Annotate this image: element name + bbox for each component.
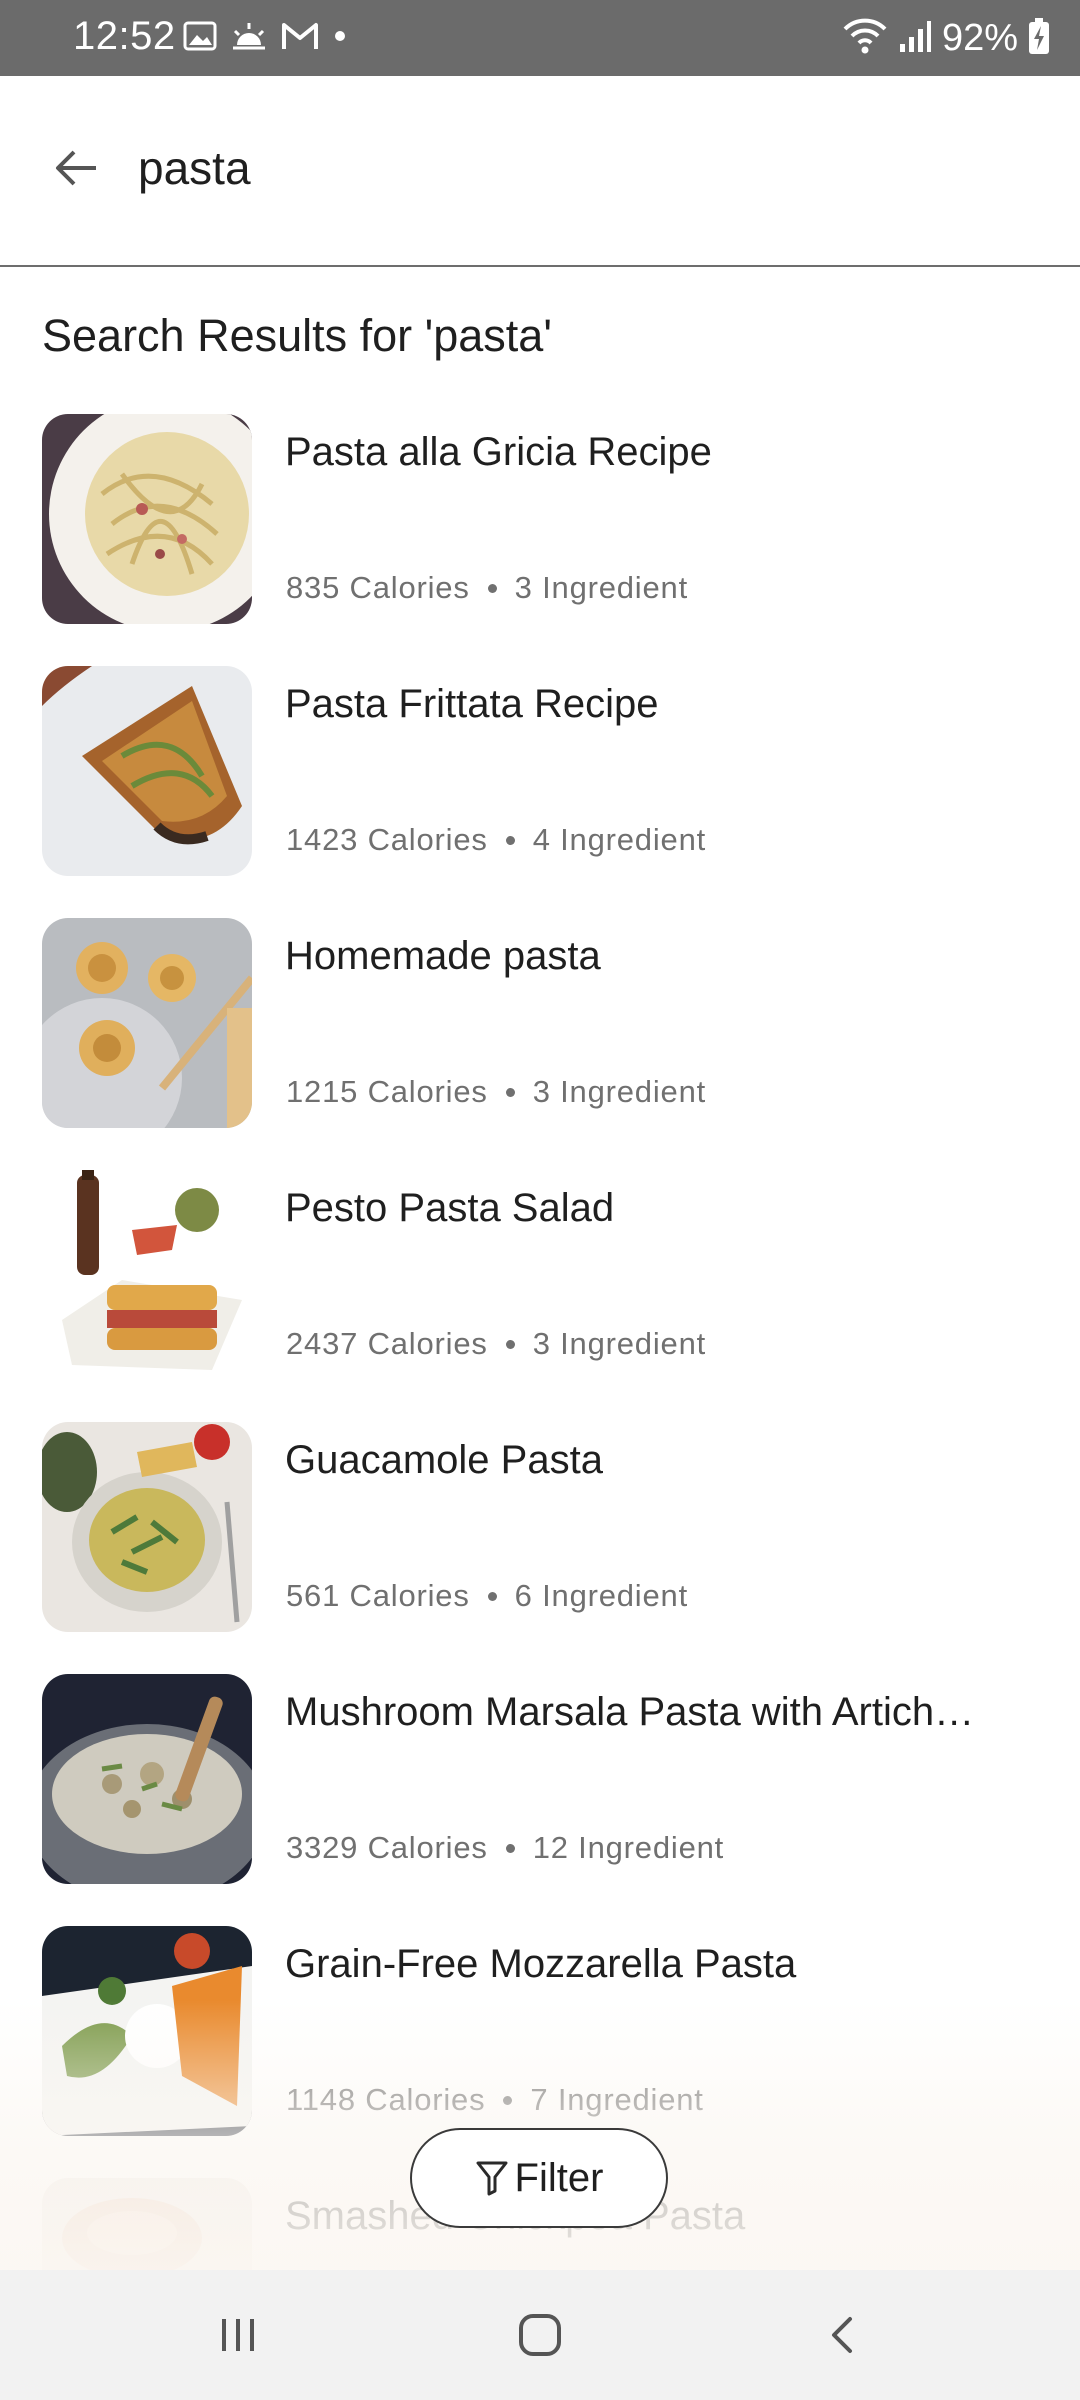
list-item[interactable]: Pasta alla Gricia Recipe 835 Calories 3 …: [0, 414, 1080, 624]
home-button[interactable]: [500, 2295, 580, 2375]
recipe-thumbnail[interactable]: [42, 918, 252, 1128]
recipe-title: Grain-Free Mozzarella Pasta: [285, 1942, 797, 1986]
separator-dot: [503, 2095, 513, 2105]
signal-icon: [898, 18, 932, 59]
status-time: 12:52: [73, 14, 176, 58]
recipe-ingredients: 3 Ingredient: [532, 1326, 707, 1361]
list-item[interactable]: Guacamole Pasta 561 Calories 6 Ingredien…: [0, 1422, 1080, 1632]
list-item[interactable]: Pasta Frittata Recipe 1423 Calories 4 In…: [0, 666, 1080, 876]
recipe-thumbnail[interactable]: [42, 1926, 252, 2136]
recipe-meta: 561 Calories 6 Ingredient: [286, 1578, 688, 1614]
gallery-icon: [183, 21, 217, 56]
recipe-meta: 1148 Calories 7 Ingredient: [286, 2082, 704, 2118]
recipe-ingredients: 7 Ingredient: [530, 2082, 704, 2117]
home-icon: [519, 2314, 561, 2356]
list-item[interactable]: Homemade pasta 1215 Calories 3 Ingredien…: [0, 918, 1080, 1128]
separator-dot: [505, 1087, 515, 1097]
recent-apps-icon: [222, 2319, 254, 2351]
recent-apps-button[interactable]: [198, 2295, 278, 2375]
recipe-ingredients: 6 Ingredient: [514, 1578, 688, 1613]
results-title: Search Results for 'pasta': [42, 310, 552, 361]
recipe-meta: 2437 Calories 3 Ingredient: [286, 1326, 706, 1362]
recipe-calories: 2437 Calories: [286, 1326, 488, 1361]
status-right: 92%: [842, 14, 1050, 62]
recipe-meta: 1215 Calories 3 Ingredient: [286, 1074, 706, 1110]
separator-dot: [487, 583, 497, 593]
recipe-thumbnail[interactable]: [42, 1674, 252, 1884]
system-back-button[interactable]: [802, 2295, 882, 2375]
recipe-ingredients: 12 Ingredient: [532, 1830, 725, 1865]
list-item[interactable]: Grain-Free Mozzarella Pasta 1148 Calorie…: [0, 1926, 1080, 2136]
search-bar: [0, 76, 1080, 267]
recipe-title: Pasta Frittata Recipe: [285, 682, 659, 726]
filter-button[interactable]: Filter: [410, 2128, 668, 2228]
back-icon: [832, 2317, 852, 2353]
recipe-calories: 3329 Calories: [286, 1830, 488, 1865]
back-button[interactable]: [44, 136, 108, 200]
recipe-calories: 1215 Calories: [286, 1074, 488, 1109]
status-notification-icons: [183, 18, 347, 58]
recipe-thumbnail[interactable]: [42, 414, 252, 624]
list-item[interactable]: Mushroom Marsala Pasta with Artich… 3329…: [0, 1674, 1080, 1884]
gmail-icon: [281, 21, 319, 56]
filter-label: Filter: [514, 2155, 604, 2200]
recipe-calories: 561 Calories: [286, 1578, 470, 1613]
navigation-bar: [0, 2270, 1080, 2400]
recipe-title: Guacamole Pasta: [285, 1438, 603, 1482]
recipe-calories: 835 Calories: [286, 570, 470, 605]
recipe-ingredients: 3 Ingredient: [532, 1074, 707, 1109]
filter-icon: [476, 2161, 508, 2196]
recipe-title: Pesto Pasta Salad: [285, 1186, 615, 1230]
recipe-thumbnail[interactable]: [42, 1170, 252, 1380]
recipe-meta: 1423 Calories 4 Ingredient: [286, 822, 706, 858]
status-bar: 12:52 92%: [0, 0, 1080, 76]
wifi-icon: [842, 17, 888, 60]
recipe-title: Homemade pasta: [285, 934, 601, 978]
recipe-calories: 1423 Calories: [286, 822, 488, 857]
dot-icon: [333, 29, 347, 48]
back-arrow-icon: [56, 150, 96, 186]
list-item[interactable]: Pesto Pasta Salad 2437 Calories 3 Ingred…: [0, 1170, 1080, 1380]
recipe-title: Pasta alla Gricia Recipe: [285, 430, 712, 474]
weather-icon: [231, 21, 267, 56]
separator-dot: [505, 1843, 515, 1853]
recipe-ingredients: 4 Ingredient: [532, 822, 707, 857]
battery-charging-icon: [1028, 17, 1050, 60]
separator-dot: [505, 835, 515, 845]
battery-percent: 92%: [941, 16, 1018, 59]
recipe-thumbnail[interactable]: [42, 666, 252, 876]
recipe-title: Mushroom Marsala Pasta with Artich…: [285, 1690, 975, 1734]
search-input[interactable]: [138, 128, 1018, 208]
recipe-meta: 835 Calories 3 Ingredient: [286, 570, 688, 606]
separator-dot: [487, 1591, 497, 1601]
recipe-thumbnail[interactable]: [42, 1422, 252, 1632]
separator-dot: [505, 1339, 515, 1349]
recipe-ingredients: 3 Ingredient: [514, 570, 688, 605]
recipe-calories: 1148 Calories: [286, 2082, 486, 2117]
recipe-meta: 3329 Calories 12 Ingredient: [286, 1830, 724, 1866]
